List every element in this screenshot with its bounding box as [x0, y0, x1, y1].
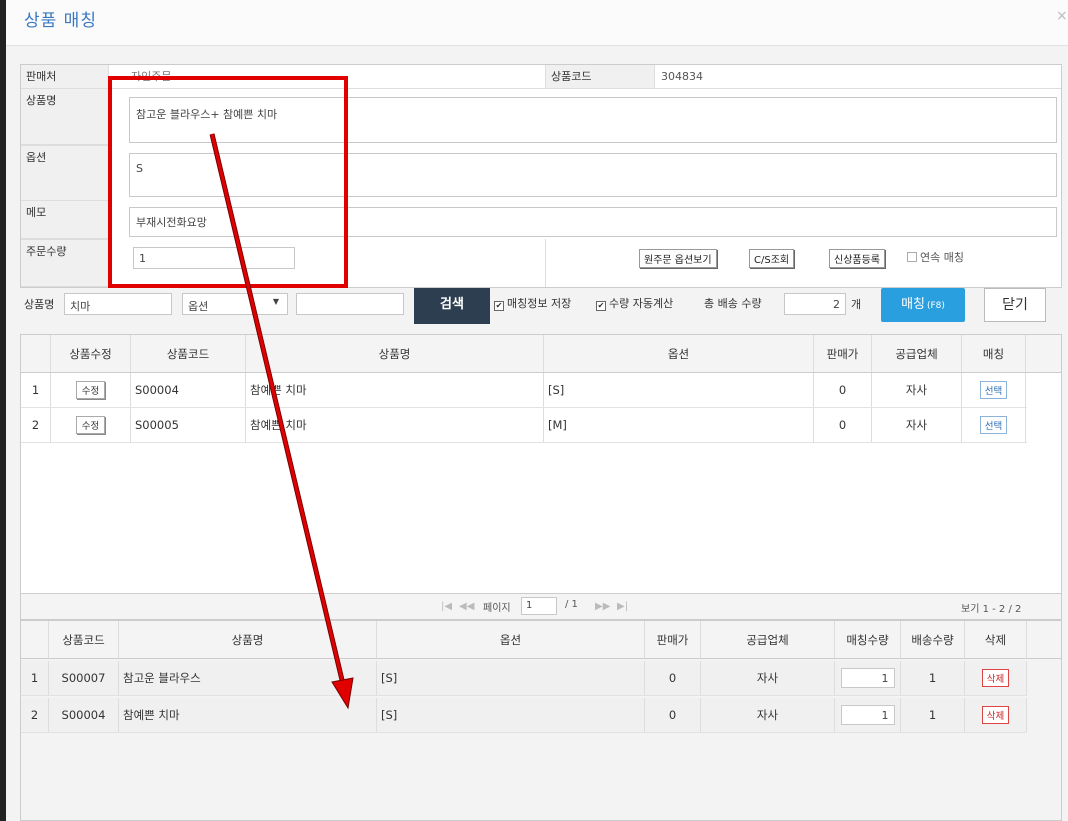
annotation-arrow-icon [209, 133, 354, 710]
